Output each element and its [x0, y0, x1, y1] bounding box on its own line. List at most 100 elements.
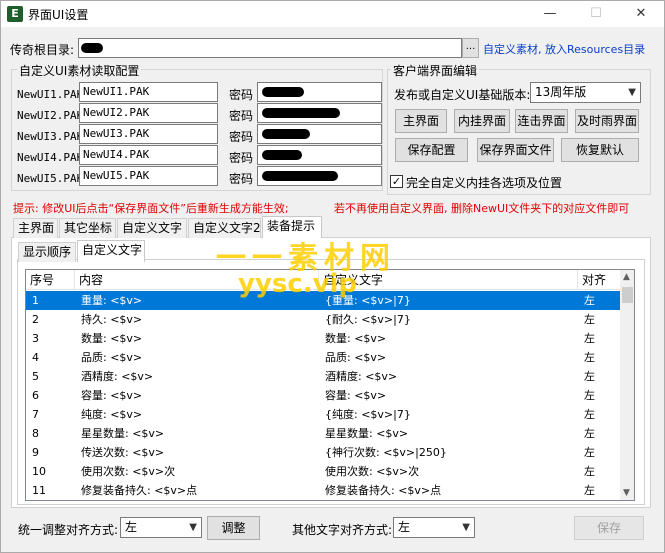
other-align-select[interactable]: 左 ▼	[393, 517, 475, 538]
table-row[interactable]: 8 星星数量: <$v> 星星数量: <$v> 左	[26, 424, 620, 443]
app-icon: E	[7, 6, 23, 22]
table-row[interactable]: 3 数量: <$v> 数量: <$v> 左	[26, 329, 620, 348]
row-content: 品质: <$v>	[81, 351, 143, 364]
other-align-label: 其他文字对齐方式:	[292, 523, 393, 537]
settings-window: E 界面UI设置 — ☐ ✕ 传奇根目录: ... 自定义素材, 放入Resou…	[0, 0, 665, 553]
row-number: 10	[32, 465, 46, 478]
header-align[interactable]: 对齐	[578, 270, 620, 290]
align-select[interactable]: 左 ▼	[120, 517, 202, 538]
redacted-password	[262, 129, 310, 139]
equipment-tips-table: 序号 内容 自定义文字 对齐 1 重量: <$v> {重量: <$v>|7} 左 2 持久…	[25, 269, 635, 501]
pak-input-1[interactable]: NewUI1.PAK	[79, 82, 218, 102]
row-custom-text: {重量: <$v>|7}	[325, 294, 411, 307]
row-content: 容量: <$v>	[81, 389, 143, 402]
row-content: 数量: <$v>	[81, 332, 143, 345]
plugin-ui-button[interactable]: 内挂界面	[454, 109, 510, 133]
pak-input-2[interactable]: NewUI2.PAK	[79, 103, 218, 123]
tab-other-coords[interactable]: 其它坐标	[59, 218, 116, 238]
row-number: 7	[32, 408, 39, 421]
adjust-button[interactable]: 调整	[207, 516, 260, 540]
table-row[interactable]: 9 传送次数: <$v> {神行次数: <$v>|250} 左	[26, 443, 620, 462]
maximize-button[interactable]: ☐	[573, 1, 619, 27]
row-custom-text: 修复装备持久: <$v>点	[325, 484, 442, 497]
window-title: 界面UI设置	[28, 8, 89, 22]
password-label-4: 密码	[229, 151, 254, 165]
vertical-scrollbar[interactable]: ▲ ▼	[620, 270, 634, 500]
pak-label-5: NewUI5.PAK	[17, 172, 84, 185]
scroll-thumb[interactable]	[622, 287, 633, 303]
table-row[interactable]: 5 酒精度: <$v> 酒精度: <$v> 左	[26, 367, 620, 386]
table-row[interactable]: 4 品质: <$v> 品质: <$v> 左	[26, 348, 620, 367]
scroll-down-icon[interactable]: ▼	[623, 488, 630, 498]
browse-button[interactable]: ...	[462, 38, 479, 58]
chevron-down-icon: ▼	[189, 522, 197, 533]
other-align-value: 左	[398, 520, 411, 534]
row-align: 左	[584, 351, 595, 364]
row-custom-text: 数量: <$v>	[325, 332, 387, 345]
password-input-3[interactable]	[257, 124, 382, 144]
table-row[interactable]: 2 持久: <$v> {耐久: <$v>|7} 左	[26, 310, 620, 329]
row-content: 使用次数: <$v>次	[81, 465, 176, 478]
subtab-custom-text[interactable]: 自定义文字	[77, 240, 145, 262]
row-content: 持久: <$v>	[81, 313, 143, 326]
pak-input-3[interactable]: NewUI3.PAK	[79, 124, 218, 144]
password-input-5[interactable]	[257, 166, 382, 186]
pak-label-4: NewUI4.PAK	[17, 151, 84, 164]
row-custom-text: {耐久: <$v>|7}	[325, 313, 411, 326]
password-label-5: 密码	[229, 172, 254, 186]
minimize-button[interactable]: —	[527, 1, 573, 27]
password-input-2[interactable]	[257, 103, 382, 123]
save-ui-file-button[interactable]: 保存界面文件	[477, 138, 554, 162]
redacted-password	[262, 171, 338, 181]
pak-input-4[interactable]: NewUI4.PAK	[79, 145, 218, 165]
close-button[interactable]: ✕	[618, 1, 664, 27]
row-content: 酒精度: <$v>	[81, 370, 154, 383]
header-no[interactable]: 序号	[26, 270, 75, 290]
row-number: 2	[32, 313, 39, 326]
pak-input-5[interactable]: NewUI5.PAK	[79, 166, 218, 186]
scroll-up-icon[interactable]: ▲	[623, 272, 630, 282]
table-row[interactable]: 10 使用次数: <$v>次 使用次数: <$v>次 左	[26, 462, 620, 481]
row-number: 8	[32, 427, 39, 440]
pak-label-2: NewUI2.PAK	[17, 109, 84, 122]
version-select[interactable]: 13周年版 ▼	[530, 82, 641, 103]
table-row[interactable]: 6 容量: <$v> 容量: <$v> 左	[26, 386, 620, 405]
password-input-4[interactable]	[257, 145, 382, 165]
resources-link[interactable]: 自定义素材, 放入Resources目录	[483, 41, 645, 57]
save-button[interactable]: 保存	[574, 516, 644, 540]
row-content: 传送次数: <$v>	[81, 446, 165, 459]
redacted-password	[262, 150, 302, 160]
tab-main-ui[interactable]: 主界面	[13, 218, 58, 238]
row-custom-text: {纯度: <$v>|7}	[325, 408, 411, 421]
client-group-title: 客户端界面编辑	[391, 62, 480, 79]
timely-rain-ui-button[interactable]: 及时雨界面	[575, 109, 639, 133]
table-row[interactable]: 11 修复装备持久: <$v>点 修复装备持久: <$v>点 左	[26, 481, 620, 500]
restore-default-button[interactable]: 恢复默认	[561, 138, 639, 162]
password-label-2: 密码	[229, 109, 254, 123]
main-ui-button[interactable]: 主界面	[395, 109, 447, 133]
row-content: 星星数量: <$v>	[81, 427, 165, 440]
row-number: 1	[32, 294, 39, 307]
version-label: 发布或自定义UI基础版本:	[394, 88, 531, 102]
password-input-1[interactable]	[257, 82, 382, 102]
row-align: 左	[584, 465, 595, 478]
row-align: 左	[584, 332, 595, 345]
watermark-url: yysc.vip	[238, 269, 358, 299]
pak-label-1: NewUI1.PAK	[17, 88, 84, 101]
row-align: 左	[584, 370, 595, 383]
root-dir-label: 传奇根目录:	[10, 43, 75, 57]
row-align: 左	[584, 446, 595, 459]
custom-options-checkbox[interactable]: ✓	[390, 175, 403, 188]
combo-ui-button[interactable]: 连击界面	[515, 109, 568, 133]
password-label-1: 密码	[229, 88, 254, 102]
save-config-button[interactable]: 保存配置	[395, 138, 468, 162]
chevron-down-icon: ▼	[462, 522, 470, 533]
hint-right: 若不再使用自定义界面, 删除NewUI文件夹下的对应文件即可	[334, 202, 630, 215]
root-dir-input[interactable]	[78, 38, 462, 58]
subtab-display-order[interactable]: 显示顺序	[18, 242, 76, 262]
row-align: 左	[584, 313, 595, 326]
row-number: 4	[32, 351, 39, 364]
tab-custom-text[interactable]: 自定义文字	[117, 218, 187, 238]
row-align: 左	[584, 484, 595, 497]
table-row[interactable]: 7 纯度: <$v> {纯度: <$v>|7} 左	[26, 405, 620, 424]
